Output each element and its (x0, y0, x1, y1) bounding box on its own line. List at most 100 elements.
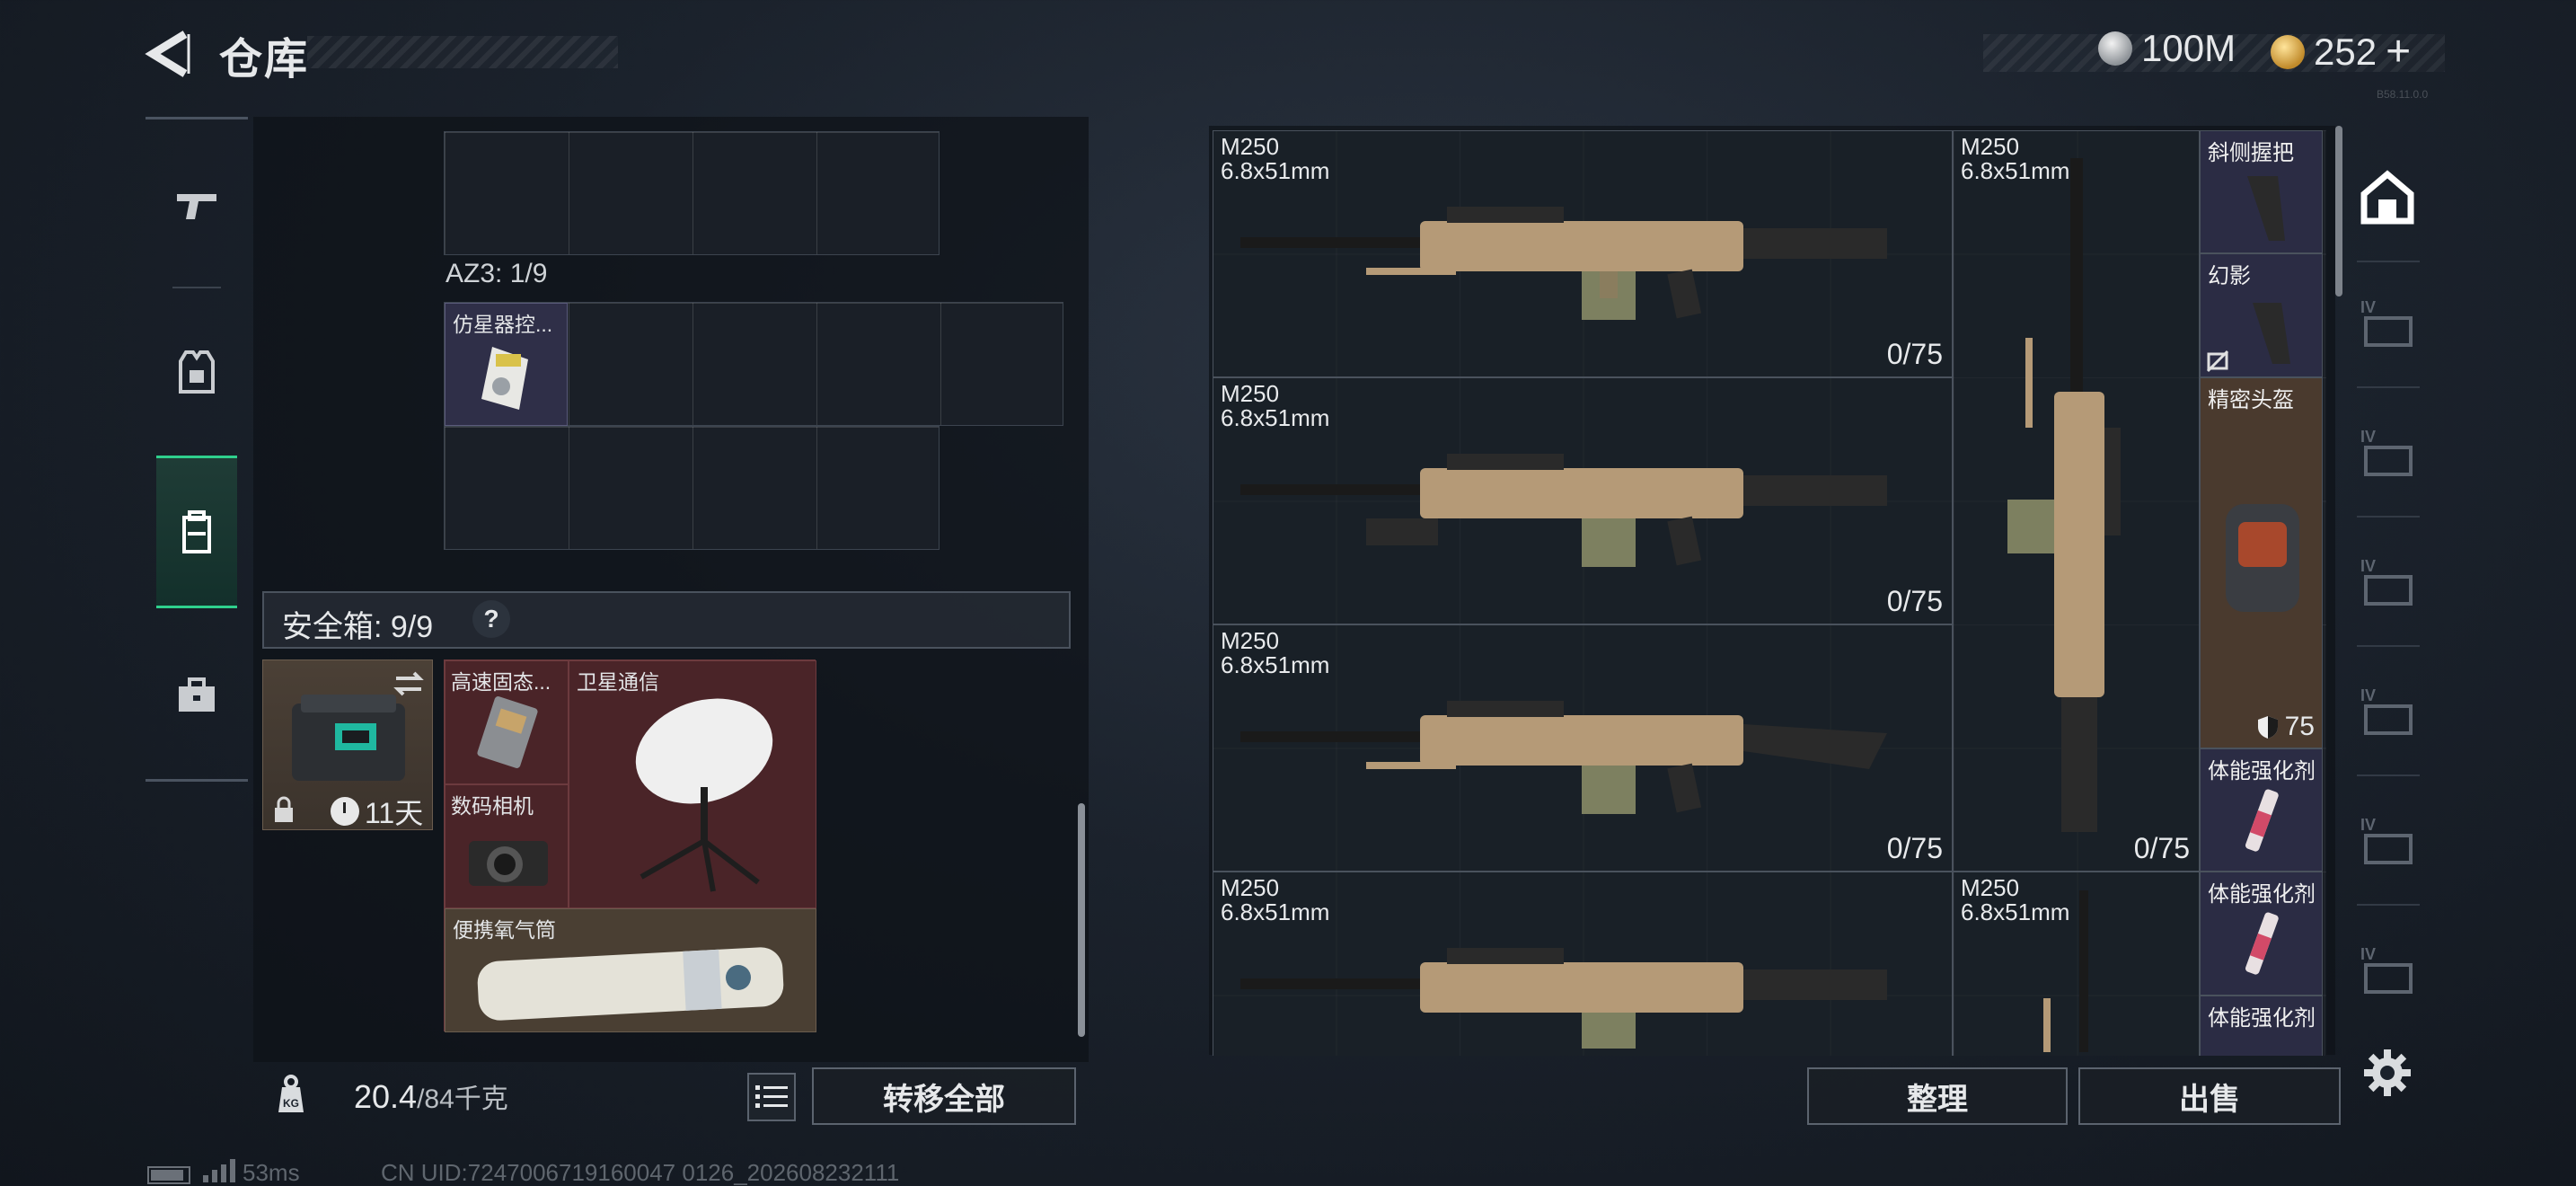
syringe-icon (2245, 789, 2279, 852)
item-label: 体能强化剂 (2208, 759, 2316, 783)
backpack-icon (182, 510, 211, 553)
stash-tab-iv-2[interactable]: IV (2357, 422, 2418, 483)
storage-iv-icon: IV (2360, 686, 2413, 735)
weapon-cell[interactable]: M250 6.8x51mm 0/75 (1213, 377, 1953, 624)
silver-coin-icon (2098, 31, 2132, 66)
stellarator-controller-icon (481, 347, 528, 410)
transfer-all-button[interactable]: 转移全部 (812, 1067, 1076, 1125)
stash-tab-home[interactable] (2357, 167, 2418, 228)
nav-equipment[interactable] (156, 296, 237, 448)
item-label: 斜侧握把 (2208, 141, 2294, 165)
stash-tab-iv-4[interactable]: IV (2357, 681, 2418, 742)
lock-icon (275, 796, 293, 822)
item-label: 体能强化剂 (2208, 882, 2316, 907)
stash-grid: M250 6.8x51mm 0/75 M250 6.8x51mm 0/75 M250… (1213, 130, 2326, 1056)
weapon-cell-vertical[interactable]: M250 6.8x51mm 0/75 (1953, 130, 2200, 872)
title-decoration (307, 36, 618, 68)
stash-tab-iv-1[interactable]: IV (2357, 293, 2418, 354)
shield-icon (2257, 716, 2278, 739)
sort-button[interactable]: 整理 (1807, 1067, 2068, 1125)
gold-currency[interactable]: 252 + (2271, 27, 2411, 76)
loot-label: 高速固态... (451, 670, 551, 694)
az3-label: AZ3: 1/9 (446, 259, 548, 288)
battery-icon (147, 1166, 190, 1184)
item-stamina-booster[interactable]: 体能强化剂 (2200, 996, 2323, 1056)
item-precision-helmet[interactable]: 精密头盔 75 (2200, 377, 2323, 748)
gear-icon (2364, 1049, 2411, 1096)
weapon-cell[interactable]: M250 6.8x51mm (1213, 872, 1953, 1056)
sell-button[interactable]: 出售 (2078, 1067, 2341, 1125)
carry-weight: 20.4/84千克 (354, 1076, 508, 1116)
svg-text:IV: IV (2360, 428, 2376, 446)
weapon-cell[interactable]: M250 6.8x51mm 0/75 (1213, 130, 1953, 377)
help-button[interactable]: ? (472, 600, 510, 638)
stash-scrollbar[interactable] (2335, 126, 2342, 296)
weapon-ammo: 0/75 (1886, 832, 1943, 864)
ping-text: 53ms (243, 1159, 300, 1186)
stash-tab-iv-5[interactable]: IV (2357, 810, 2418, 872)
nav-weapons[interactable] (156, 128, 237, 281)
svg-text:IV: IV (2360, 557, 2376, 575)
gold-amount: 252 (2314, 30, 2378, 73)
az3-item-slot[interactable]: 仿星器控... (445, 303, 568, 426)
syringe-icon (2245, 912, 2279, 975)
durability-value: 75 (2284, 712, 2315, 741)
nav-backpack[interactable] (156, 456, 237, 608)
home-icon (2360, 170, 2414, 225)
stash-tab-iv-3[interactable]: IV (2357, 552, 2418, 613)
m250-rifle-icon (1240, 701, 1887, 814)
list-view-button[interactable] (747, 1073, 796, 1121)
item-phantom-grip[interactable]: 幻影 (2200, 253, 2323, 377)
item-label: 体能强化剂 (2208, 1006, 2316, 1031)
upper-container-grid (444, 131, 940, 255)
m250-rifle-icon (1240, 454, 1887, 567)
safe-box-label: 安全箱: 9/9 (282, 610, 434, 644)
nav-briefcase[interactable] (156, 619, 237, 772)
loot-item-ssd[interactable]: 高速固态... (445, 660, 569, 784)
case-timer-text: 11天 (365, 797, 424, 829)
add-currency-icon[interactable]: + (2386, 27, 2411, 76)
item-stamina-booster[interactable]: 体能强化剂 (2200, 872, 2323, 996)
signal-icon (203, 1159, 235, 1182)
storage-iv-icon: IV (2360, 557, 2413, 606)
weapon-ammo: 0/75 (1886, 585, 1943, 617)
camera-icon (469, 841, 548, 886)
vest-icon (179, 350, 215, 394)
helmet-durability: 75 (2256, 712, 2315, 742)
case-timer: 11天 (331, 791, 423, 832)
weight-value: 20.4 (354, 1078, 418, 1115)
m250-rifle-icon (1240, 948, 1887, 1049)
back-arrow-icon (145, 31, 190, 77)
left-nav (146, 117, 248, 782)
page-title: 仓库 (219, 36, 310, 84)
m250-rifle-vertical-icon (2043, 890, 2088, 1052)
storage-iv-icon: IV (2360, 428, 2413, 476)
oxygen-tank-icon (477, 947, 784, 1021)
swap-icon[interactable] (391, 666, 427, 702)
loot-item-oxygen[interactable]: 便携氧气筒 (445, 908, 816, 1032)
silver-currency: 100M (2098, 27, 2236, 70)
weapon-cell-vertical[interactable]: M250 6.8x51mm (1953, 872, 2200, 1056)
safe-box-grid: 高速固态... 卫星通信 数码相机 便携氧气筒 (444, 659, 816, 1032)
loot-item-satellite-comm[interactable]: 卫星通信 (569, 660, 816, 908)
weapon-ammo: 0/75 (1886, 338, 1943, 370)
grip-icon (2253, 303, 2290, 364)
satellite-dish-icon (635, 698, 773, 892)
stash-tab-iv-6[interactable]: IV (2357, 940, 2418, 1001)
back-button[interactable] (144, 27, 198, 81)
svg-text:IV: IV (2360, 298, 2376, 316)
safe-case-icon (292, 695, 405, 781)
loot-item-camera[interactable]: 数码相机 (445, 784, 569, 908)
item-stamina-booster[interactable]: 体能强化剂 (2200, 748, 2323, 872)
weapon-cell[interactable]: M250 6.8x51mm 0/75 (1213, 624, 1953, 872)
container-scrollbar[interactable] (1078, 803, 1085, 1037)
helmet-icon (2226, 504, 2299, 612)
pistol-icon (177, 194, 216, 219)
svg-text:KG: KG (283, 1097, 299, 1110)
loot-label: 数码相机 (451, 794, 534, 818)
settings-button[interactable] (2360, 1046, 2414, 1100)
item-angled-grip[interactable]: 斜侧握把 (2200, 130, 2323, 253)
az3-item-label: 仿星器控... (453, 313, 553, 336)
m250-rifle-icon (1240, 207, 1887, 320)
m250-rifle-vertical-icon (2007, 158, 2121, 832)
